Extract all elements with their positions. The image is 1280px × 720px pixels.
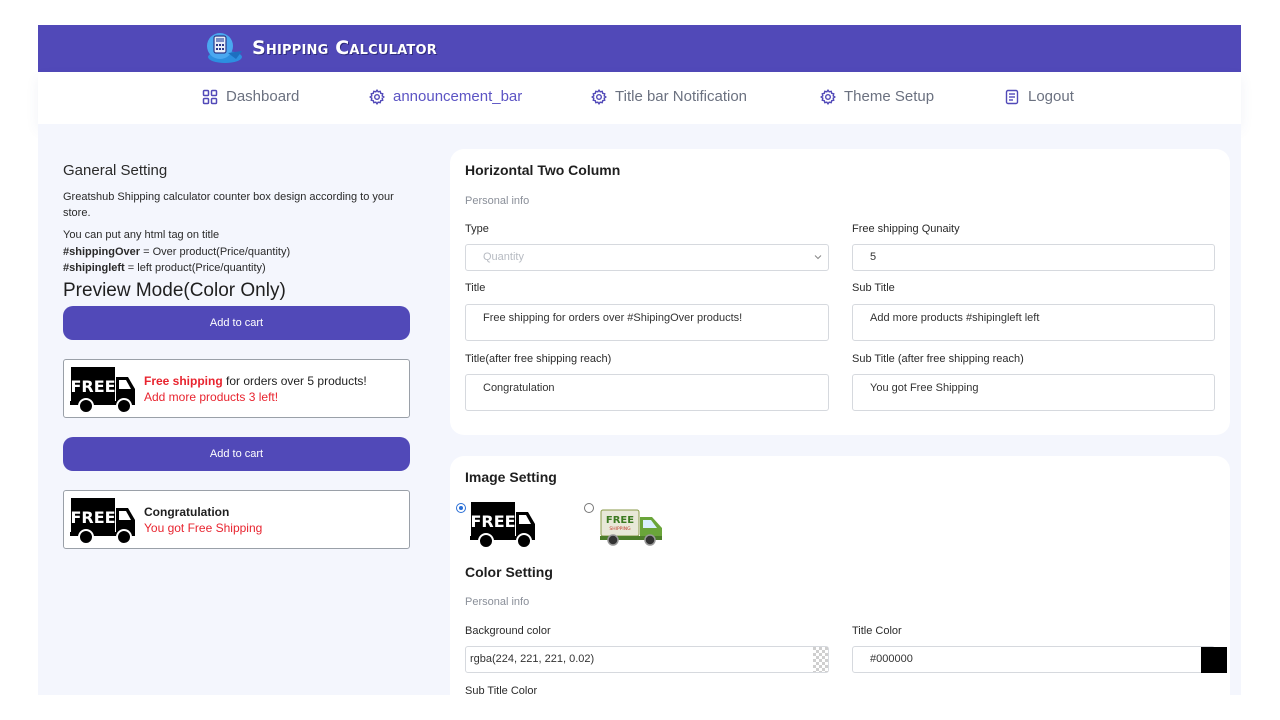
truck-label: FREE [70, 377, 115, 396]
app-header: Shipping Calculator [38, 25, 1241, 72]
var-name: #shipingleft [63, 262, 125, 274]
var-shipping-over: #shippingOver = Over product(Price/quant… [63, 244, 413, 261]
image-option-1-radio[interactable] [456, 503, 466, 513]
section-label: Personal info [465, 195, 530, 207]
var-desc: = Over product(Price/quantity) [140, 245, 291, 258]
add-to-cart-button[interactable]: Add to cart [63, 436, 410, 471]
title-after-input[interactable]: Congratulation [465, 374, 829, 411]
general-setting-panel: Ganeral Setting Greatshub Shipping calcu… [63, 162, 413, 549]
preview-subtitle: You got Free Shipping [144, 520, 263, 535]
background-color-input[interactable]: rgba(224, 221, 221, 0.02) [465, 646, 829, 673]
title-color-input[interactable]: #000000 [852, 646, 1215, 673]
title-after-label: Title(after free shipping reach) [465, 353, 612, 365]
nav-title-bar-notification[interactable]: Title bar Notification [591, 88, 747, 105]
gear-icon [820, 88, 836, 105]
general-setting-title: Ganeral Setting [63, 162, 168, 179]
horizontal-two-column-card: Horizontal Two Column Personal info Type… [450, 149, 1230, 435]
app-title: Shipping Calculator [252, 37, 437, 59]
image-color-setting-card: Image Setting FREE FREE SHIPPING Color S… [450, 456, 1230, 695]
main-nav: Dashboard announcement_bar Title bar Not… [38, 72, 1241, 124]
app-logo[interactable]: Shipping Calculator [206, 31, 437, 65]
free-shipping-quantity-label: Free shipping Qunaity [852, 223, 960, 235]
preview-title-highlight: Free shipping [144, 373, 223, 388]
type-label: Type [465, 223, 489, 235]
background-color-swatch[interactable] [813, 647, 828, 672]
calculator-logo-icon [207, 33, 242, 63]
nav-label: Dashboard [226, 88, 300, 105]
nav-dashboard[interactable]: Dashboard [202, 88, 299, 105]
var-shipping-left: #shipingleft = left product(Price/quanti… [63, 260, 413, 277]
free-shipping-quantity-input[interactable]: 5 [852, 244, 1215, 271]
nav-label: Title bar Notification [615, 88, 747, 105]
subtitle-after-input[interactable]: You got Free Shipping [852, 374, 1215, 411]
free-truck-icon: FREE [70, 366, 135, 414]
title-color-swatch[interactable] [1201, 647, 1227, 673]
color-setting-title: Color Setting [465, 564, 553, 580]
subtitle-label: Sub Title [852, 282, 895, 294]
chevron-down-icon [814, 255, 822, 260]
preview-box-congratulation: FREE Congratulation You got Free Shippin… [63, 489, 410, 549]
truck-label: FREE [470, 512, 515, 531]
title-label: Title [465, 282, 486, 294]
image-option-2-radio[interactable] [584, 503, 594, 513]
free-truck-icon: FREE [70, 497, 135, 545]
gear-icon [591, 88, 607, 105]
html-note: You can put any html tag on title [63, 229, 220, 241]
preview-text: Congratulation You got Free Shipping [144, 504, 262, 536]
grid-icon [202, 89, 218, 104]
truck-label: FREE [606, 515, 634, 526]
nav-announcement-bar[interactable]: announcement_bar [369, 88, 522, 105]
free-truck-black-icon[interactable]: FREE [470, 500, 536, 550]
general-setting-description: Greatshub Shipping calculator counter bo… [63, 191, 394, 219]
preview-mode-title: Preview Mode(Color Only) [63, 279, 286, 301]
truck-sublabel: SHIPPING [609, 526, 631, 532]
type-select[interactable]: Quantity [465, 244, 829, 271]
free-truck-green-icon[interactable]: FREE SHIPPING [600, 508, 664, 546]
preview-subtitle: Add more products 3 left! [144, 389, 279, 404]
add-to-cart-button[interactable]: Add to cart [63, 305, 410, 340]
type-select-value: Quantity [483, 251, 524, 263]
nav-label: Theme Setup [844, 88, 935, 105]
preview-text: Free shipping for orders over 5 products… [144, 373, 367, 405]
nav-label: Logout [1028, 88, 1074, 105]
section-label: Personal info [465, 596, 530, 608]
preview-box-free-shipping: FREE Free shipping for orders over 5 pro… [63, 358, 410, 418]
preview-title-rest: for orders over 5 products! [222, 373, 367, 388]
subtitle-color-label: Sub Title Color [465, 685, 538, 695]
nav-logout[interactable]: Logout [1004, 88, 1074, 105]
image-setting-title: Image Setting [465, 469, 557, 485]
nav-label: announcement_bar [393, 88, 523, 105]
main-content: Ganeral Setting Greatshub Shipping calcu… [38, 124, 1241, 695]
card-title: Horizontal Two Column [465, 162, 621, 178]
truck-label: FREE [70, 508, 115, 527]
var-desc: = left product(Price/quantity) [124, 262, 266, 274]
var-name: #shippingOver [63, 245, 141, 258]
preview-title: Congratulation [144, 504, 230, 519]
html-tag-help: You can put any html tag on title #shipp… [63, 227, 413, 277]
subtitle-after-label: Sub Title (after free shipping reach) [852, 353, 1024, 365]
title-input[interactable]: Free shipping for orders over #ShipingOv… [465, 304, 829, 341]
background-color-label: Background color [465, 625, 551, 637]
title-color-label: Title Color [852, 625, 902, 637]
document-icon [1005, 89, 1019, 104]
nav-theme-setup[interactable]: Theme Setup [820, 88, 934, 105]
subtitle-input[interactable]: Add more products #shipingleft left [852, 304, 1215, 341]
gear-icon [369, 88, 385, 105]
